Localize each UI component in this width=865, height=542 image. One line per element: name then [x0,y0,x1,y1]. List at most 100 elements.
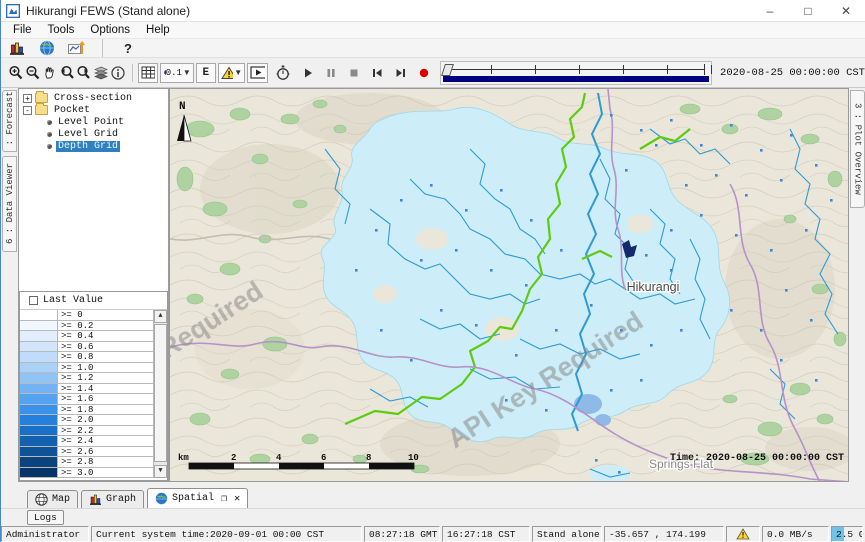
status-gmt-time: 08:27:18 GMT [364,526,440,542]
tab-data-viewer[interactable]: 6 : Data Viewer [2,156,17,252]
collapse-icon[interactable]: - [23,106,32,115]
map-time-overlay: Time: 2020-08-25 00:00:00 CST [670,452,844,464]
zoom-previous-icon [59,65,75,81]
expand-icon[interactable]: + [23,94,32,103]
legend-row: >= 0 [20,310,153,321]
zoom-next-button[interactable] [75,63,92,83]
folder-icon [35,105,48,115]
menu-tools[interactable]: Tools [40,24,83,36]
zoom-previous-button[interactable] [58,63,75,83]
time-slider[interactable] [440,61,712,85]
map-canvas[interactable]: API Key Required API Key Required Hikura… [169,88,849,482]
contour-interval-dropdown[interactable]: 0.1 ▼ [160,63,193,83]
map-toolbar: 0.1 ▼ E ▼ [1,58,865,88]
svg-text:8: 8 [366,453,371,463]
zoom-in-button[interactable] [7,63,24,83]
step-back-button[interactable] [369,63,386,83]
tab-plot-overview[interactable]: 3 : Plot Overview [850,90,865,208]
selected-tree-label: Depth Grid [56,141,120,152]
legend-row: >= 2.4 [20,436,153,447]
svg-text:10: 10 [408,453,419,463]
layers-button[interactable] [92,63,109,83]
menu-file[interactable]: File [5,24,40,36]
animation-panel-button[interactable] [247,63,268,83]
toolbar-separator [102,39,103,57]
legend-panel: Last Value >= 0 >= 0.2 >= 0.4 >= 0.6 >= … [19,291,168,481]
color-swatch [20,415,58,425]
grid-icon [141,66,155,79]
play-button[interactable] [300,63,317,83]
scroll-up-icon[interactable]: ▲ [154,310,167,323]
status-alert-cell[interactable] [726,526,760,542]
main-toolbar: ? [1,39,865,58]
status-transfer-rate: 0.0 MB/s [762,526,829,542]
color-swatch [20,363,58,373]
timeseries-button[interactable] [67,38,87,58]
legend-scrollbar[interactable]: ▲ ▼ [153,310,167,478]
step-back-icon [370,66,384,80]
scroll-down-icon[interactable]: ▼ [154,465,167,478]
thresholds-dropdown[interactable]: ▼ [218,63,245,83]
stop-button[interactable] [346,63,363,83]
legend-row: >= 3.0 [20,468,153,479]
info-button[interactable] [109,63,126,83]
legend-row: >= 2.2 [20,426,153,437]
grid-toggle-button[interactable] [138,63,158,83]
tree-item-pocket[interactable]: - Pocket [19,104,168,116]
step-forward-button[interactable] [392,63,409,83]
tree-item-depth-grid[interactable]: Depth Grid [19,140,168,152]
pan-button[interactable] [41,63,58,83]
warning-triangle-icon [736,528,750,540]
last-value-checkbox[interactable] [29,296,38,305]
help-button[interactable]: ? [118,38,138,58]
record-button[interactable] [415,63,432,83]
svg-text:N: N [179,101,186,113]
globe-icon [39,40,55,56]
record-icon [417,66,431,80]
tab-forecasts[interactable]: 5 : Forecasts [2,90,17,152]
tab-map[interactable]: Map [27,490,78,508]
logs-button[interactable]: Logs [27,510,64,525]
hand-icon [42,65,58,81]
map-svg: API Key Required API Key Required Hikura… [170,89,849,482]
tab-close-icon[interactable]: ✕ [234,493,240,505]
current-datetime: 2020-08-25 00:00:00 CST [720,67,865,79]
tree-item-level-point[interactable]: Level Point [19,116,168,128]
status-user: Administrator [1,526,89,542]
tree-item-level-grid[interactable]: Level Grid [19,128,168,140]
tab-graph[interactable]: Graph [81,490,144,508]
view-tab-bar: Map Graph Spatial ❐ ✕ [1,487,865,508]
zoom-out-button[interactable] [24,63,41,83]
menu-help[interactable]: Help [138,24,178,36]
close-button[interactable]: ✕ [827,0,865,21]
database-explorer-button[interactable] [7,38,27,58]
color-swatch [20,342,58,352]
slider-thumb[interactable] [441,64,454,76]
svg-text:6: 6 [321,453,326,463]
spatial-display-button[interactable] [37,38,57,58]
tab-maximize-icon[interactable]: ❐ [221,493,227,505]
tab-spatial[interactable]: Spatial ❐ ✕ [147,488,248,508]
slider-range-bar [443,76,709,82]
minimize-button[interactable]: – [751,0,789,21]
zoom-in-icon [8,65,24,81]
pause-button[interactable] [323,63,340,83]
stopwatch-icon [275,65,291,81]
profile-button[interactable]: E [196,63,216,83]
menu-options[interactable]: Options [82,24,138,36]
svg-text:4: 4 [276,453,282,463]
layers-panel: + Cross-section - Pocket Level Point Lev… [18,88,169,482]
status-memory: 2.5 GB [831,526,863,542]
logs-bar: Logs [1,508,865,526]
left-tab-strip: 5 : Forecasts 6 : Data Viewer [1,88,18,487]
animation-settings-button[interactable] [275,63,292,83]
checkbox-label: Last Value [43,295,103,306]
globe-grid-icon [35,493,48,506]
bullet-icon [47,132,52,137]
maximize-button[interactable]: □ [789,0,827,21]
step-forward-icon [394,66,408,80]
legend-row: >= 2.0 [20,415,153,426]
chart-arrows-icon [68,40,86,56]
scrollbar-thumb[interactable] [154,324,167,462]
status-coordinates: -35.657 , 174.199 [604,526,724,542]
